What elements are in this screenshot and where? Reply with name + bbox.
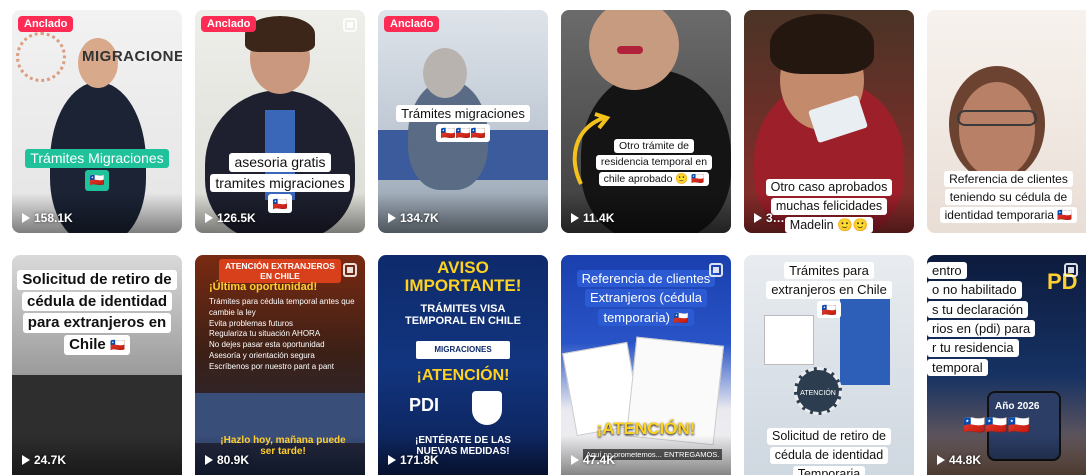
- carousel-icon: [709, 263, 723, 277]
- poster-subtitle: TRÁMITES VISA TEMPORAL EN CHILE: [405, 303, 521, 327]
- video-grid: MIGRACIONES Anclado Trámites Migraciones…: [0, 0, 1086, 475]
- pinned-badge: Anclado: [384, 16, 440, 32]
- video-caption: Solicitud de retiro de cédula de identid…: [16, 269, 178, 356]
- carousel-icon: [343, 263, 357, 277]
- video-caption: entro o no habilitado s tu declaración r…: [927, 261, 1053, 377]
- video-card-5[interactable]: Otro caso aprobados muchas felicidades M…: [744, 10, 914, 233]
- carousel-icon: [1064, 263, 1078, 277]
- video-caption-top: Trámites para extranjeros en Chile 🇨🇱: [750, 261, 908, 319]
- pdi-label: PDI: [408, 395, 439, 415]
- play-icon: [388, 213, 396, 223]
- migraciones-logo-icon: [16, 32, 66, 82]
- view-count: 171.8K: [388, 453, 439, 467]
- video-caption: Otro trámite de residencia temporal en c…: [581, 138, 727, 187]
- video-card-7[interactable]: Solicitud de retiro de cédula de identid…: [12, 255, 182, 475]
- poster-headline: ¡Última oportunidad!: [209, 281, 318, 293]
- view-count: 47.4K: [571, 453, 615, 467]
- view-count: 134.7K: [388, 211, 439, 225]
- video-caption: Referencia de clientes teniendo su cédul…: [931, 170, 1086, 224]
- poster-header: ATENCIÓN EXTRANJEROS EN CHILE: [219, 259, 341, 283]
- view-count: 44.8K: [937, 453, 981, 467]
- view-count: 126.5K: [205, 211, 256, 225]
- view-count: 24.7K: [22, 453, 66, 467]
- video-card-2[interactable]: Anclado asesoria gratis tramites migraci…: [195, 10, 365, 233]
- video-card-11[interactable]: Trámites para extranjeros en Chile 🇨🇱 AT…: [744, 255, 914, 475]
- play-icon: [205, 455, 213, 465]
- play-icon: [205, 213, 213, 223]
- pinned-badge: Anclado: [201, 16, 257, 32]
- play-icon: [22, 213, 30, 223]
- video-card-4[interactable]: Otro trámite de residencia temporal en c…: [561, 10, 731, 233]
- view-count: 11.4K: [571, 211, 614, 225]
- logo-text: MIGRACIONES: [82, 48, 182, 65]
- shield-icon: [472, 391, 502, 425]
- video-caption: Trámites migraciones 🇨🇱🇨🇱🇨🇱: [388, 104, 538, 143]
- play-icon: [388, 455, 396, 465]
- video-card-6[interactable]: Referencia de clientes teniendo su cédul…: [927, 10, 1086, 233]
- poster-title: AVISO IMPORTANTE!: [404, 258, 522, 295]
- year-label: Año 2026: [995, 401, 1040, 412]
- attention-label: ¡ATENCIÓN!: [416, 367, 510, 384]
- video-caption: Referencia de clientes Extranjeros (cédu…: [569, 269, 723, 327]
- flags: 🇨🇱🇨🇱🇨🇱: [963, 415, 1031, 435]
- play-icon: [754, 213, 762, 223]
- video-card-8[interactable]: ATENCIÓN EXTRANJEROS EN CHILE ¡Última op…: [195, 255, 365, 475]
- view-count: 80.9K: [205, 453, 249, 467]
- pinned-badge: Anclado: [18, 16, 74, 32]
- view-count: 3…: [754, 211, 785, 225]
- video-caption: asesoria gratis tramites migraciones 🇨🇱: [201, 152, 359, 214]
- video-card-3[interactable]: Anclado Trámites migraciones 🇨🇱🇨🇱🇨🇱 134.…: [378, 10, 548, 233]
- video-card-1[interactable]: MIGRACIONES Anclado Trámites Migraciones…: [12, 10, 182, 233]
- glasses: [957, 110, 1037, 126]
- video-caption-bottom: Solicitud de retiro de cédula de identid…: [750, 427, 908, 475]
- migraciones-badge: MIGRACIONES: [416, 341, 510, 359]
- video-caption: Trámites Migraciones 🇨🇱: [24, 148, 170, 192]
- play-icon: [937, 455, 945, 465]
- poster-bullets: Trámites para cédula temporal antes que …: [209, 297, 355, 371]
- lips: [617, 46, 643, 54]
- view-count: 158.1K: [22, 211, 73, 225]
- play-icon: [22, 455, 30, 465]
- play-icon: [571, 213, 579, 223]
- play-icon: [571, 455, 579, 465]
- attention-label: ¡ATENCIÓN!: [596, 419, 696, 438]
- attention-badge: ATENCIÓN: [794, 367, 842, 415]
- video-card-10[interactable]: Referencia de clientes Extranjeros (cédu…: [561, 255, 731, 475]
- video-card-12[interactable]: PD entro o no habilitado s tu declaració…: [927, 255, 1086, 475]
- carousel-icon: [343, 18, 357, 32]
- video-card-9[interactable]: AVISO IMPORTANTE! TRÁMITES VISA TEMPORAL…: [378, 255, 548, 475]
